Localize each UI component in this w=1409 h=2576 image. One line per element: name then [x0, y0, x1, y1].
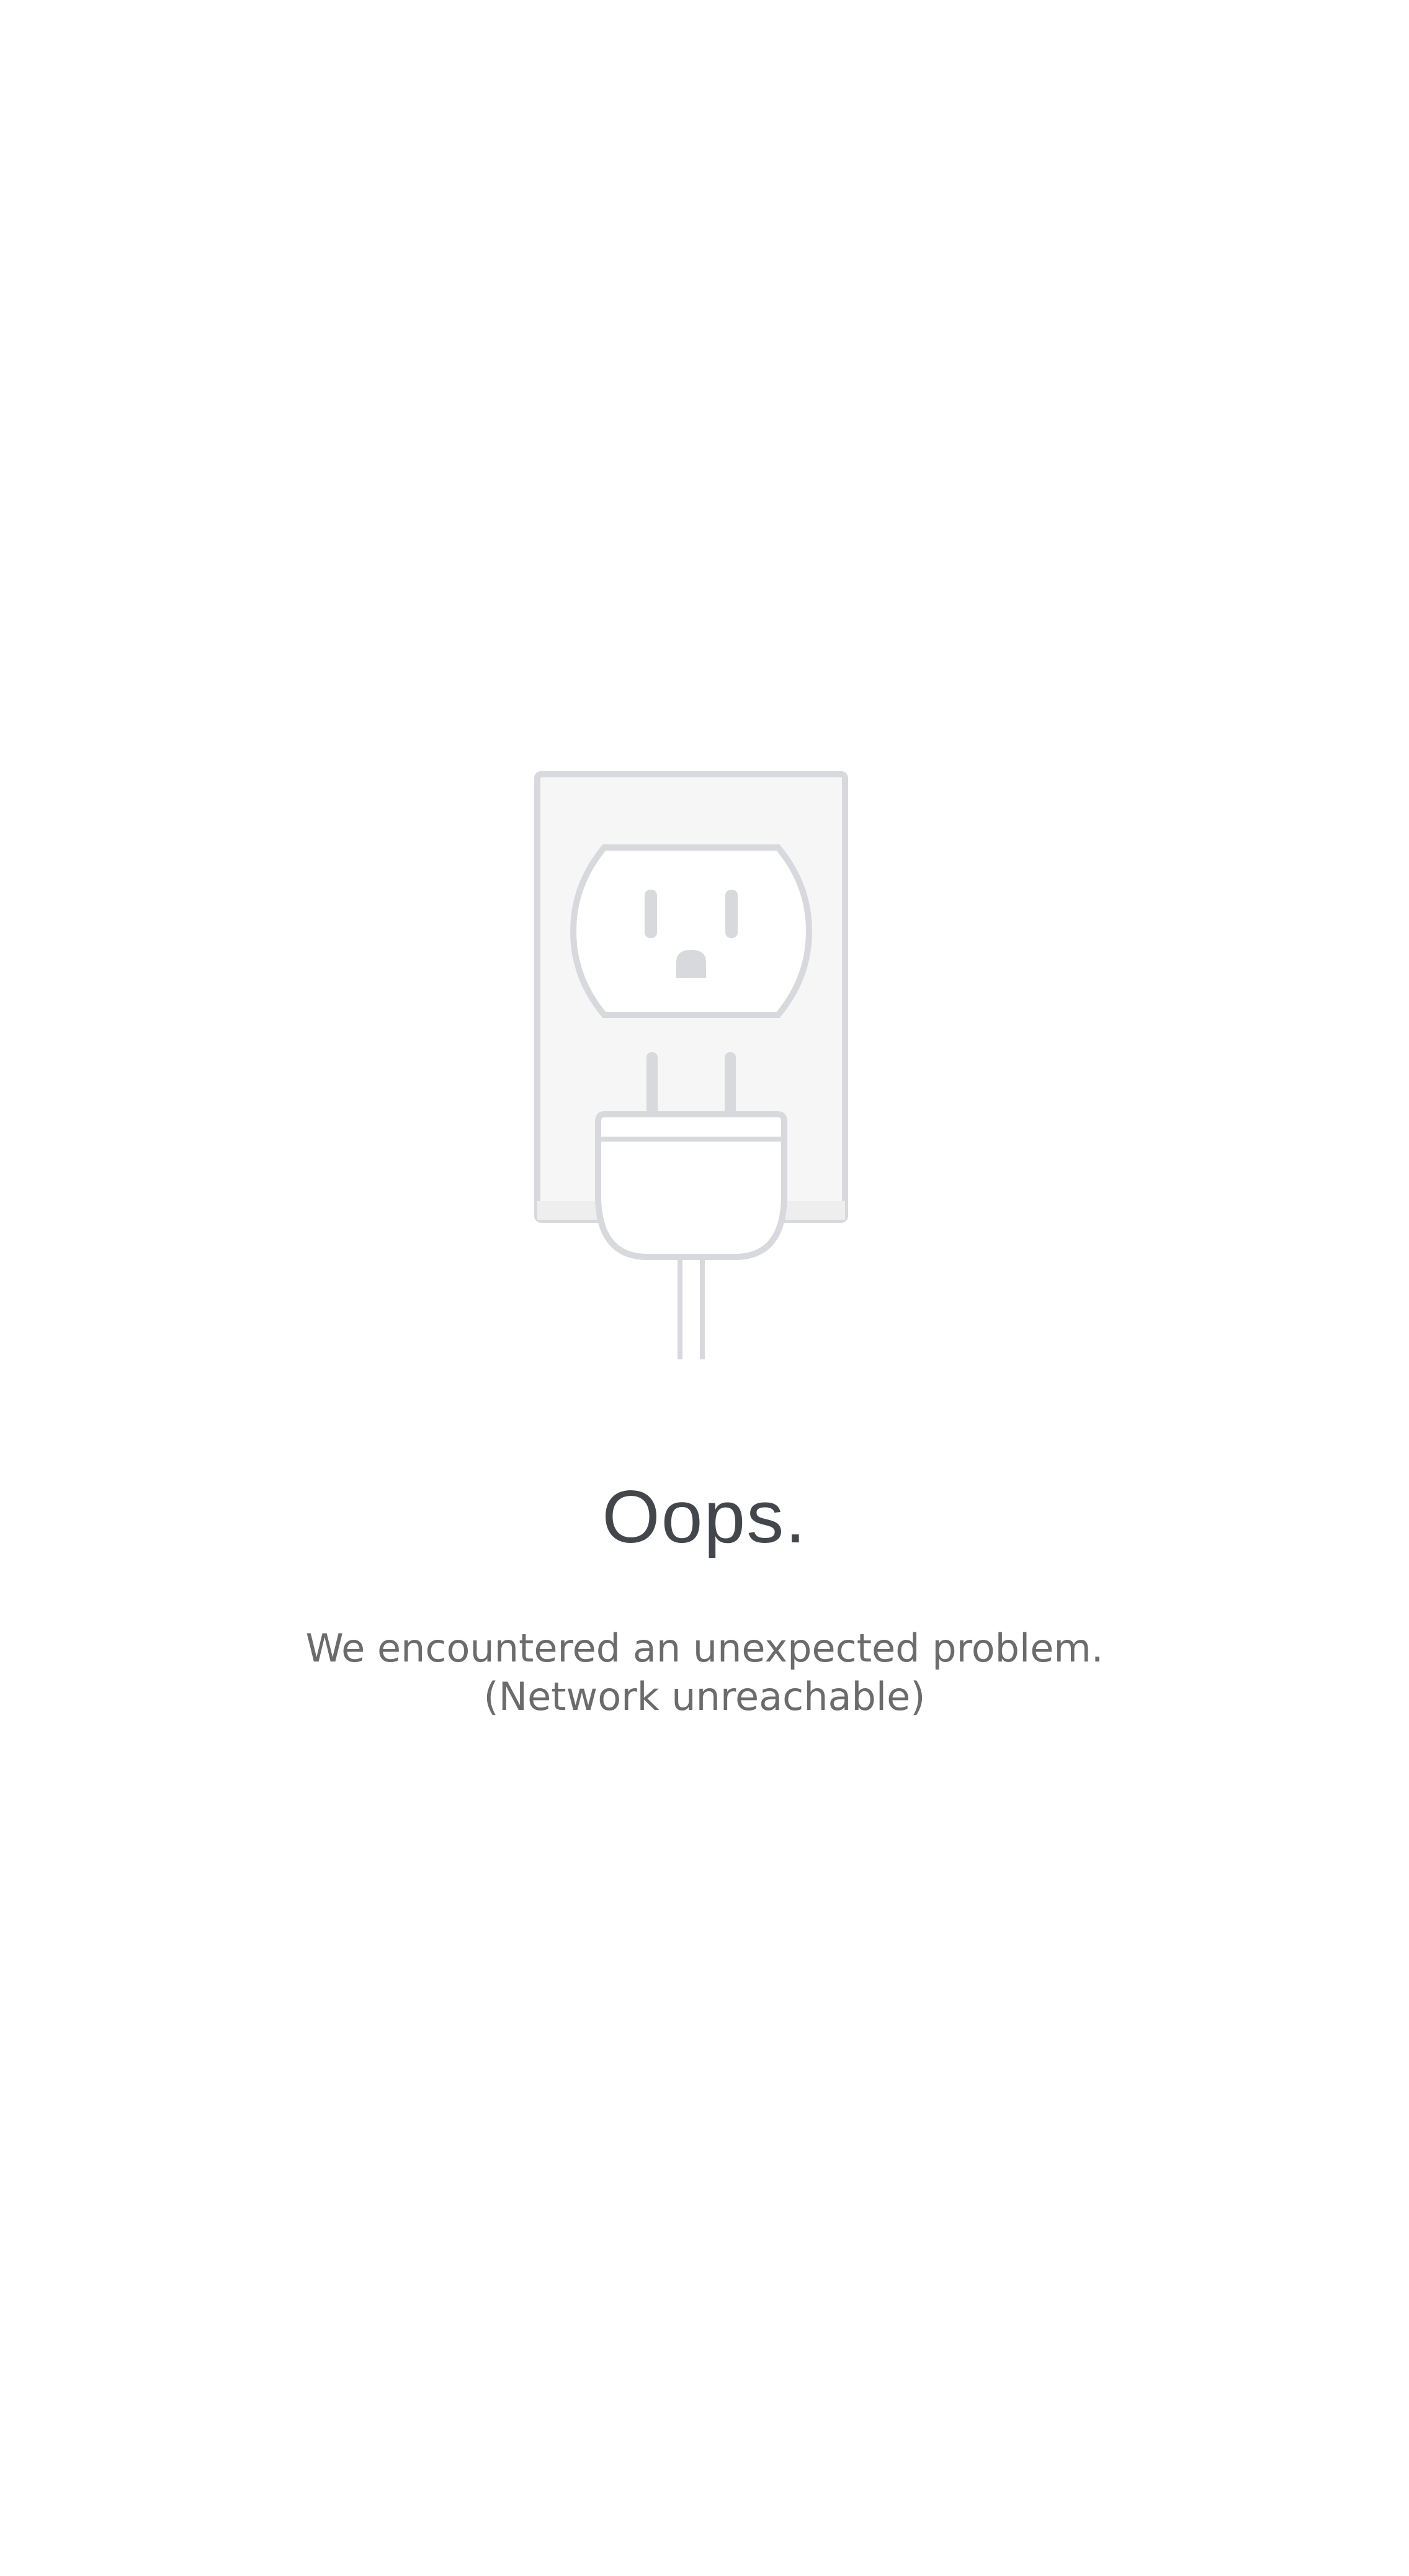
error-page: Oops. We encountered an unexpected probl… [0, 0, 1409, 2576]
error-title: Oops. [602, 1475, 807, 1559]
error-detail: (Network unreachable) [483, 1674, 926, 1719]
error-message: We encountered an unexpected problem. (N… [0, 1624, 1409, 1721]
unplugged-outlet-icon [534, 771, 848, 1359]
error-message-line: We encountered an unexpected problem. [305, 1626, 1104, 1671]
